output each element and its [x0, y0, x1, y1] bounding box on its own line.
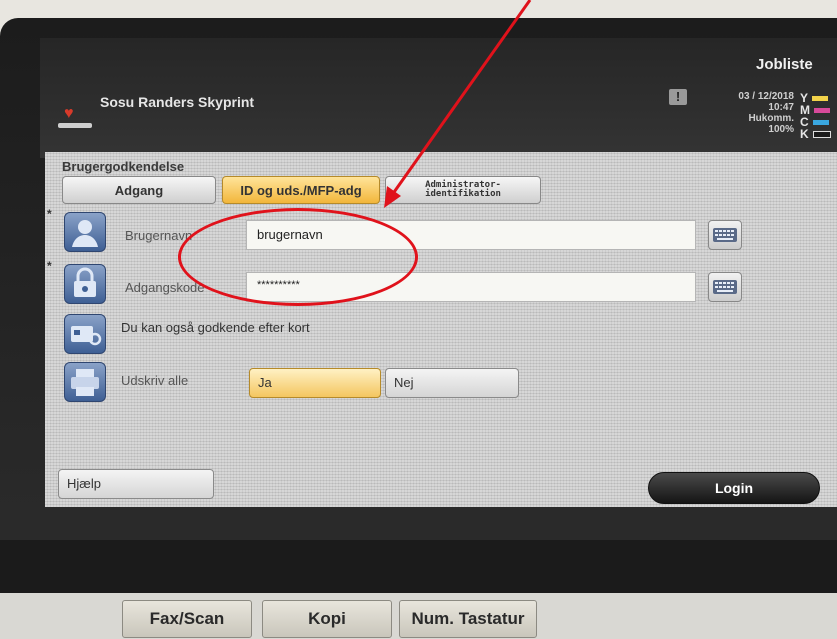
toner-bar-y [812, 95, 829, 101]
status-memory-label: Hukomm. [748, 113, 794, 124]
login-button[interactable]: Login [648, 472, 820, 504]
site-name: Sosu Randers Skyprint [100, 94, 255, 110]
tab-administrator-line2: identifikation [425, 189, 501, 199]
job-list-button[interactable]: Jobliste [756, 56, 813, 73]
tab-id-and-print[interactable]: ID og uds./MFP-adg [222, 176, 380, 204]
tab-administrator[interactable]: Administrator- identifikation [385, 176, 541, 204]
status-time: 10:47 [768, 102, 794, 113]
printer-icon [64, 362, 106, 402]
status-date: 03 / 12/2018 [738, 91, 794, 102]
print-all-label: Udskriv alle [121, 373, 189, 388]
toner-levels: Y M C K [800, 92, 831, 140]
toner-bar-k [812, 130, 831, 138]
tab-adgang[interactable]: Adgang [62, 176, 216, 204]
required-marker: * [47, 259, 52, 273]
brand-logo: ♥ [58, 106, 92, 130]
print-all-yes-button[interactable]: Ja [249, 368, 381, 398]
fax-scan-hardware-button[interactable]: Fax/Scan [122, 600, 252, 638]
annotation-ellipse [178, 208, 418, 306]
screen-bottom-bezel [0, 540, 837, 595]
keyboard-icon [713, 228, 737, 242]
numeric-keypad-hardware-button[interactable]: Num. Tastatur [399, 600, 537, 638]
status-memory-value: 100% [768, 124, 794, 135]
help-button[interactable]: Hjælp [58, 469, 214, 499]
password-label: Adgangskode [125, 280, 205, 295]
username-keyboard-button[interactable] [708, 220, 742, 250]
required-marker: * [47, 207, 52, 221]
card-icon [64, 314, 106, 354]
user-icon [64, 212, 106, 252]
lock-icon [64, 264, 106, 304]
copy-hardware-button[interactable]: Kopi [262, 600, 392, 638]
print-all-no-button[interactable]: Nej [385, 368, 519, 398]
keyboard-icon [713, 280, 737, 294]
card-hint: Du kan også godkende efter kort [121, 320, 310, 335]
toner-bar-m [814, 107, 830, 113]
toner-bar-c [812, 119, 829, 125]
warning-icon[interactable]: ! [669, 89, 687, 105]
toner-label-k: K [800, 127, 809, 141]
section-title: Brugergodkendelse [62, 159, 185, 174]
password-keyboard-button[interactable] [708, 272, 742, 302]
status-readout: 03 / 12/2018 10:47 Hukomm. 100% [726, 91, 794, 135]
heart-icon: ♥ [64, 105, 74, 122]
username-label: Brugernavn [125, 228, 193, 243]
